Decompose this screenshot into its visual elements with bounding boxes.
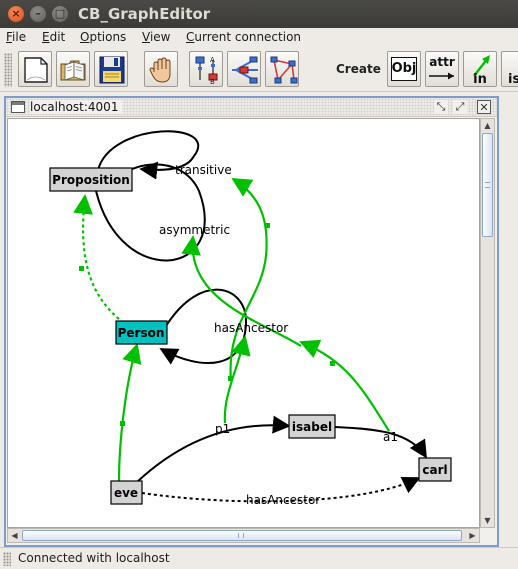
- label-transitive[interactable]: transitive: [175, 163, 232, 177]
- node-eve[interactable]: eve: [110, 480, 143, 505]
- close-frame-icon[interactable]: ✕: [477, 100, 491, 114]
- menu-edit[interactable]: Edit: [42, 30, 65, 44]
- menu-file[interactable]: File: [6, 30, 26, 44]
- new-button[interactable]: [18, 51, 52, 87]
- svg-text:carl: carl: [422, 463, 447, 477]
- network-icon: [270, 56, 298, 84]
- open-icon: [60, 60, 86, 81]
- open-button[interactable]: [56, 51, 90, 87]
- hand-icon: [149, 57, 171, 83]
- label-p1[interactable]: p1: [215, 422, 230, 436]
- svg-text:Proposition: Proposition: [52, 173, 130, 187]
- maximize-frame-icon[interactable]: ⤢: [453, 100, 467, 114]
- horizontal-scroll-thumb[interactable]: [22, 530, 462, 541]
- edge-p1-in-hasancestor[interactable]: [223, 335, 251, 424]
- graph-canvas[interactable]: transitive asymmetric hasAncestor p1 a1 …: [7, 118, 480, 528]
- edge-p1[interactable]: [136, 415, 291, 483]
- vertical-scroll-thumb[interactable]: [482, 133, 493, 237]
- edge-handle[interactable]: [79, 266, 84, 271]
- node-carl[interactable]: carl: [418, 457, 452, 482]
- edge-person-isa-proposition[interactable]: [73, 194, 120, 320]
- save-icon: [99, 56, 125, 84]
- node-person[interactable]: Person: [115, 320, 168, 345]
- create-label: Create: [336, 62, 381, 76]
- node-isabel[interactable]: isabel: [288, 414, 336, 439]
- graph-svg: transitive asymmetric hasAncestor p1 a1 …: [49, 130, 452, 507]
- internal-frame-title: localhost:4001: [30, 100, 123, 114]
- vertical-scrollbar[interactable]: ▲ ▼: [480, 118, 495, 528]
- toolbar-grip[interactable]: [4, 53, 12, 87]
- edge-handle[interactable]: [265, 223, 270, 228]
- frame-window-icon: [11, 101, 25, 113]
- edge-a1[interactable]: [334, 426, 427, 459]
- svg-text:isabel: isabel: [292, 420, 332, 434]
- tree-layout-icon: A B: [195, 56, 218, 86]
- create-attribute-button[interactable]: attr: [425, 51, 459, 87]
- edge-handle[interactable]: [330, 361, 335, 366]
- iconify-icon[interactable]: ⤡: [434, 100, 448, 114]
- label-a1[interactable]: a1: [383, 430, 398, 444]
- horizontal-scrollbar[interactable]: ◀ ▶: [7, 528, 480, 543]
- status-text: Connected with localhost: [18, 551, 170, 565]
- svg-text:Person: Person: [118, 326, 165, 340]
- svg-text:eve: eve: [114, 486, 138, 500]
- menu-bar: File Edit Options View Current connectio…: [0, 28, 518, 48]
- hand-button[interactable]: [144, 51, 178, 87]
- label-hasancestor-person[interactable]: hasAncestor: [214, 321, 288, 335]
- create-instance-label: in: [473, 72, 487, 87]
- label-hasancestor-eve[interactable]: hasAncestor: [246, 493, 320, 507]
- edge-handle[interactable]: [120, 421, 125, 426]
- minimize-window-icon[interactable]: –: [30, 6, 46, 22]
- menu-view[interactable]: View: [142, 30, 170, 44]
- scroll-up-icon[interactable]: ▲: [481, 119, 494, 132]
- menu-current-connection[interactable]: Current connection: [186, 30, 301, 44]
- graph-layout-button[interactable]: [227, 51, 261, 87]
- arrow-right-icon: [429, 72, 454, 80]
- edge-hasancestor-in-transitive[interactable]: [229, 177, 268, 382]
- create-isa-button[interactable]: is: [501, 51, 518, 87]
- internal-frame-title-bar[interactable]: localhost:4001 ⤡ ⤢ ✕: [6, 98, 497, 117]
- network-button[interactable]: [265, 51, 299, 87]
- status-bar: Connected with localhost: [0, 547, 518, 569]
- title-bar: × – □ CB_GraphEditor: [0, 0, 518, 28]
- graph-layout-icon: [232, 56, 258, 84]
- scroll-right-icon[interactable]: ▶: [466, 529, 479, 542]
- label-asymmetric[interactable]: asymmetric: [159, 223, 230, 237]
- edge-eve-in-person[interactable]: [117, 343, 142, 482]
- window-title: CB_GraphEditor: [78, 5, 211, 23]
- create-instance-button[interactable]: in: [463, 51, 497, 87]
- edge-handle[interactable]: [228, 376, 233, 381]
- status-grip: [3, 552, 11, 566]
- tree-layout-button[interactable]: A B: [189, 51, 223, 87]
- scroll-down-icon[interactable]: ▼: [481, 514, 494, 527]
- new-icon: [24, 57, 48, 83]
- svg-text:A: A: [210, 56, 215, 64]
- svg-text:B: B: [210, 78, 215, 86]
- node-proposition[interactable]: Proposition: [49, 167, 133, 192]
- close-window-icon[interactable]: ×: [8, 6, 24, 22]
- toolbar: A B Obj attr in is: [0, 48, 518, 92]
- create-object-label: Obj: [391, 61, 417, 76]
- create-isa-label: is: [508, 72, 518, 87]
- save-button[interactable]: [94, 51, 128, 87]
- create-object-button[interactable]: Obj: [387, 51, 421, 87]
- maximize-window-icon[interactable]: □: [52, 6, 68, 22]
- menu-options[interactable]: Options: [80, 30, 126, 44]
- scroll-left-icon[interactable]: ◀: [8, 529, 21, 542]
